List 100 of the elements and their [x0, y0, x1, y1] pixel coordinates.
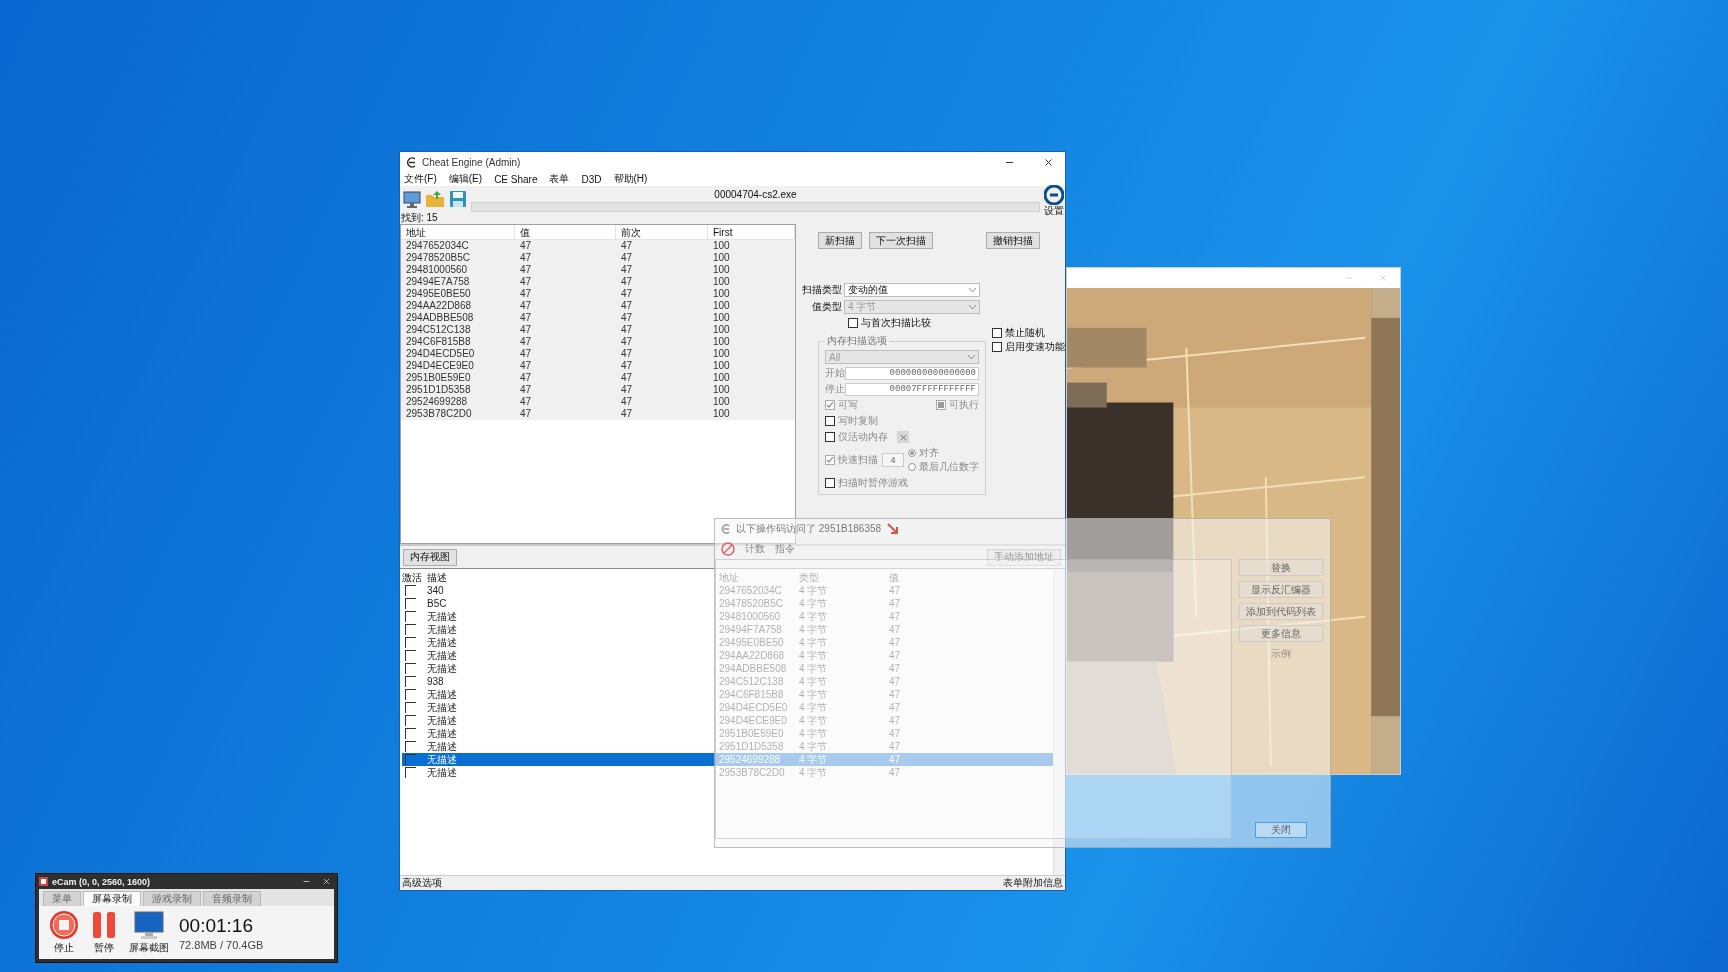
table-cell-text: 47 — [889, 701, 902, 714]
app-logo-icon — [406, 156, 417, 168]
table-cell: 47 — [616, 372, 708, 384]
table-cell-text: 4 字节 — [799, 714, 829, 727]
table-cell-text: 47 — [889, 688, 902, 701]
table-cell: 294C512C138 — [401, 324, 515, 336]
tab[interactable]: 菜单 — [43, 891, 81, 906]
table-cell: 47 — [616, 408, 708, 420]
memory-view-button[interactable]: 内存视图 — [403, 548, 457, 566]
checkbox[interactable] — [405, 585, 416, 596]
monitor-icon — [133, 910, 165, 940]
checkbox[interactable] — [405, 663, 416, 674]
checkbox[interactable] — [825, 400, 835, 410]
table-cell-text: 47 — [889, 610, 902, 623]
table-cell: 2947652034C — [401, 240, 515, 252]
clear-button[interactable] — [897, 431, 909, 443]
table-cell-text: B5C — [427, 597, 448, 610]
stop-button[interactable]: 停止 — [49, 910, 79, 955]
scan-button[interactable]: 撤销扫描 — [986, 232, 1040, 249]
checkbox[interactable] — [825, 432, 835, 442]
table-cell: 100 — [708, 372, 795, 384]
checkbox[interactable] — [825, 455, 835, 465]
table-cell-text: 2951B0E59E0 — [719, 727, 785, 740]
table-cell-text: 2947652034C — [719, 584, 783, 597]
close-icon — [1042, 156, 1054, 168]
table-cell: 47 — [616, 240, 708, 252]
column-header[interactable]: 描述 — [427, 571, 719, 584]
checkbox[interactable] — [992, 342, 1002, 352]
settings-label[interactable]: 设置 — [1044, 205, 1064, 216]
table-cell[interactable] — [402, 753, 427, 766]
scrollbar[interactable] — [1053, 569, 1065, 875]
table-cell: 47 — [515, 288, 616, 300]
folder-icon[interactable] — [425, 189, 445, 209]
tab[interactable]: 音频录制 — [203, 891, 261, 906]
checkbox[interactable] — [405, 702, 416, 713]
radio-button[interactable] — [908, 463, 916, 471]
table-cell: 100 — [708, 336, 795, 348]
checkbox[interactable] — [405, 624, 416, 635]
window-title: Cheat Engine (Admin) — [422, 156, 522, 168]
input-field[interactable]: 4 — [882, 453, 904, 467]
checkbox[interactable] — [848, 318, 858, 328]
pause-button[interactable]: 暂停 — [89, 910, 119, 955]
table-cell: 47 — [515, 408, 616, 420]
menu-item[interactable]: 编辑(E) — [448, 172, 483, 186]
checkbox[interactable] — [405, 637, 416, 648]
table-cell-text: 47 — [889, 662, 902, 675]
menu-item[interactable]: D3D — [581, 173, 602, 185]
table-cell: 100 — [708, 384, 795, 396]
table-cell: 2951B0E59E0 — [401, 372, 515, 384]
tab[interactable]: 游戏录制 — [143, 891, 201, 906]
input-field[interactable]: 00007FFFFFFFFFFF — [845, 382, 979, 396]
checkbox[interactable] — [825, 478, 835, 488]
checkbox[interactable] — [405, 728, 416, 739]
status-text[interactable]: 高级选项 — [402, 876, 442, 890]
checkbox[interactable] — [405, 689, 416, 700]
table-cell-text: 4 字节 — [799, 740, 829, 753]
dropdown[interactable]: 变动的值 — [844, 283, 980, 297]
close-button[interactable]: 关闭 — [1255, 822, 1307, 838]
dialog-button[interactable]: 添加到代码列表 — [1239, 603, 1323, 620]
floppy-disk-icon[interactable] — [448, 189, 468, 209]
table-cell-text: 无描述 — [427, 610, 458, 623]
table-cell-text: 340 — [427, 584, 445, 597]
menu-item[interactable]: CE Share — [494, 173, 538, 185]
menu-item[interactable]: 文件(F) — [404, 172, 437, 186]
tab[interactable]: 屏幕录制 — [83, 891, 141, 906]
table-cell: 47 — [515, 276, 616, 288]
checkbox[interactable] — [405, 598, 416, 609]
table-cell: 无描述 — [427, 753, 719, 766]
app-logo-icon[interactable] — [1044, 185, 1064, 205]
scan-button[interactable]: 新扫描 — [818, 232, 862, 249]
checkbox[interactable] — [992, 328, 1002, 338]
checkbox[interactable] — [936, 400, 946, 410]
screenshot-button[interactable]: 屏幕截图 — [129, 910, 169, 955]
table-cell-text: 29495E0BE50 — [719, 636, 785, 649]
table-cell: 100 — [708, 312, 795, 324]
menu-item[interactable]: 表单 — [549, 172, 570, 186]
status-text[interactable]: 表单附加信息 — [1003, 876, 1063, 890]
table-cell: 47 — [515, 384, 616, 396]
checkbox[interactable] — [825, 416, 835, 426]
checkbox[interactable] — [405, 754, 416, 765]
checkbox[interactable] — [405, 650, 416, 661]
scan-button[interactable]: 下一次扫描 — [869, 232, 933, 249]
dialog-button[interactable]: 替换 — [1239, 559, 1323, 576]
checkbox[interactable] — [405, 767, 416, 778]
checkbox[interactable] — [405, 741, 416, 752]
input-field[interactable]: 0000000000000000 — [845, 366, 979, 380]
checkbox[interactable] — [405, 715, 416, 726]
radio-label: 最后几位数字 — [919, 460, 979, 474]
table-cell: 100 — [708, 252, 795, 264]
dialog-button[interactable]: 显示反汇编器 — [1239, 581, 1323, 598]
menu-item[interactable]: 帮助(H) — [613, 172, 648, 186]
monitor-icon[interactable] — [402, 189, 422, 209]
dialog-button[interactable]: 更多信息 — [1239, 625, 1323, 642]
table-cell: 100 — [708, 240, 795, 252]
table-cell-text: 47 — [889, 649, 902, 662]
checkbox[interactable] — [405, 611, 416, 622]
checkbox[interactable] — [405, 676, 416, 687]
column-header[interactable]: 激活 — [402, 571, 427, 584]
table-cell-text: 无描述 — [427, 701, 458, 714]
radio-button[interactable] — [908, 449, 916, 457]
